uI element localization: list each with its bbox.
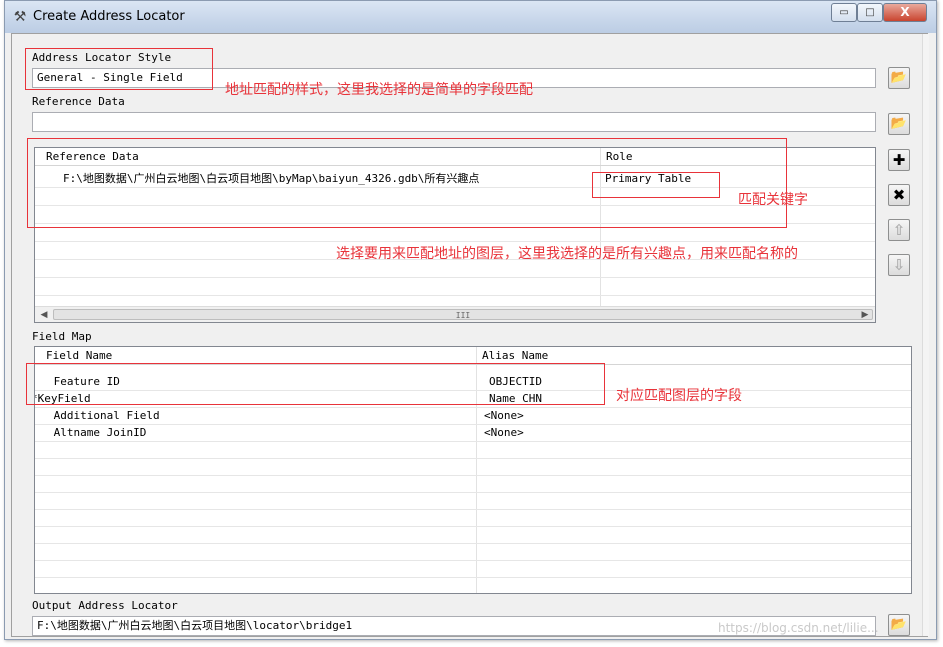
table-row	[35, 441, 911, 459]
table-row	[35, 560, 911, 578]
table-row[interactable]: Altname JoinID <None>	[35, 424, 911, 442]
annotation-box-role	[592, 172, 720, 198]
table-row	[35, 475, 911, 493]
field-map-label: Field Map	[32, 330, 92, 343]
folder-open-icon[interactable]: 📂	[888, 113, 910, 135]
reference-data-label: Reference Data	[32, 95, 125, 108]
scroll-left-icon[interactable]: ◀	[37, 308, 51, 322]
table-row	[35, 278, 875, 296]
table-row	[35, 492, 911, 510]
alias-name[interactable]: <None>	[484, 407, 524, 424]
field-name: Altname JoinID	[47, 426, 147, 439]
table-row	[35, 526, 911, 544]
annotation-keyword-note: 匹配关键字	[738, 192, 808, 208]
scroll-right-icon[interactable]: ▶	[858, 308, 872, 322]
table-row	[35, 509, 911, 527]
plus-icon[interactable]: ✚	[888, 149, 910, 171]
arrow-up-icon[interactable]: ⇧	[888, 219, 910, 241]
table-row	[35, 543, 911, 561]
folder-open-icon[interactable]: 📂	[888, 614, 910, 636]
title-bar[interactable]: ⚒ Create Address Locator ▭ □ X	[5, 1, 936, 33]
arrow-down-icon[interactable]: ⇩	[888, 254, 910, 276]
hammer-icon: ⚒	[13, 9, 27, 25]
annotation-box-fields	[26, 363, 605, 405]
horizontal-scrollbar[interactable]: ◀ III ▶	[35, 306, 875, 322]
annotation-fields-note: 对应匹配图层的字段	[616, 388, 742, 404]
maximize-button[interactable]: □	[857, 3, 883, 22]
close-button[interactable]: X	[883, 3, 927, 22]
scroll-thumb[interactable]: III	[53, 309, 873, 320]
watermark: https://blog.csdn.net/lilie...	[718, 621, 879, 635]
window-title: Create Address Locator	[33, 9, 185, 24]
dialog-content: Address Locator Style General - Single F…	[11, 33, 929, 637]
alias-name[interactable]: <None>	[484, 424, 524, 441]
annotation-style-note: 地址匹配的样式，这里我选择的是简单的字段匹配	[225, 82, 533, 98]
table-row[interactable]: Additional Field <None>	[35, 407, 911, 425]
folder-open-icon[interactable]: 📂	[888, 67, 910, 89]
table-row	[35, 458, 911, 476]
field-name: Additional Field	[47, 409, 160, 422]
output-locator-label: Output Address Locator	[32, 599, 178, 612]
annotation-box-style	[25, 48, 213, 90]
close-icon[interactable]: ✖	[888, 184, 910, 206]
annotation-layer-note: 选择要用来匹配地址的图层，这里我选择的是所有兴趣点，用来匹配名称的	[336, 246, 798, 262]
reference-data-field[interactable]	[32, 112, 876, 132]
vertical-scrollbar[interactable]	[922, 34, 929, 636]
minimize-button[interactable]: ▭	[831, 3, 857, 22]
